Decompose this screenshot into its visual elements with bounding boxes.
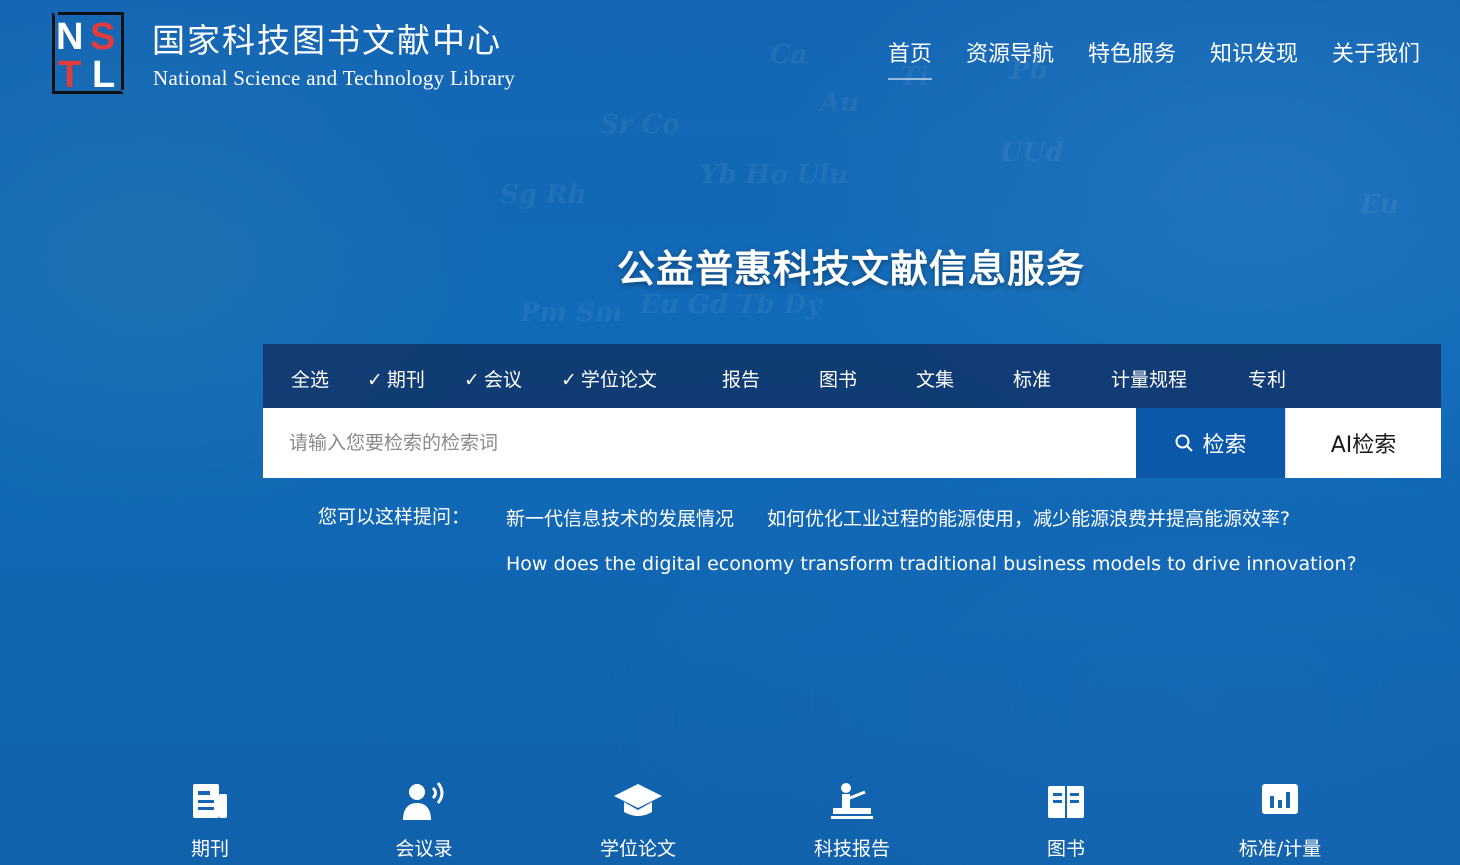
category-report[interactable]: 科技报告 xyxy=(782,780,922,861)
brand-name-cn: 国家科技图书文献中心 xyxy=(152,21,502,60)
type-collection[interactable]: 文集 xyxy=(916,365,954,392)
check-icon: ✓ xyxy=(561,369,577,391)
type-label: 图书 xyxy=(819,369,858,391)
category-standard[interactable]: 标准/计量 xyxy=(1210,780,1350,861)
graduation-cap-icon xyxy=(614,784,662,816)
search-input[interactable] xyxy=(263,408,1136,478)
nav-knowledge[interactable]: 知识发现 xyxy=(1210,36,1298,80)
category-book[interactable]: 图书 xyxy=(996,780,1136,861)
suggestion-item[interactable]: 如何优化工业过程的能源使用，减少能源浪费并提高能源效率? xyxy=(767,504,1290,531)
category-label: 科技报告 xyxy=(813,838,890,860)
type-standard[interactable]: 标准 xyxy=(1013,365,1051,392)
nav-home[interactable]: 首页 xyxy=(887,36,932,80)
nav-services[interactable]: 特色服务 xyxy=(1088,36,1176,80)
type-conference[interactable]: ✓ 会议 xyxy=(464,365,522,392)
nav-resources[interactable]: 资源导航 xyxy=(966,36,1054,80)
open-book-icon xyxy=(1048,786,1084,818)
speaker-icon xyxy=(403,782,444,820)
search-button[interactable]: 检索 xyxy=(1136,408,1285,478)
type-book[interactable]: 图书 xyxy=(819,365,857,392)
nstl-logo[interactable]: N S T L xyxy=(52,12,124,94)
journal-icon xyxy=(193,784,227,818)
logo-letter-t: T xyxy=(58,54,82,96)
search-icon xyxy=(1175,434,1194,452)
category-label: 期刊 xyxy=(190,838,229,860)
type-patent[interactable]: 专利 xyxy=(1248,365,1286,392)
type-label: 学位论文 xyxy=(580,369,657,391)
type-label: 专利 xyxy=(1248,369,1287,391)
category-thesis[interactable]: 学位论文 xyxy=(568,780,708,861)
type-label: 计量规程 xyxy=(1111,369,1188,391)
type-journal[interactable]: ✓ 期刊 xyxy=(367,365,425,392)
type-label: 会议 xyxy=(483,369,522,391)
suggestion-label: 您可以这样提问： xyxy=(318,506,471,528)
category-label: 会议录 xyxy=(395,838,453,860)
logo-letter-l: L xyxy=(92,54,116,96)
suggestion-item[interactable]: How does the digital economy transform t… xyxy=(506,553,1357,575)
category-journal[interactable]: 期刊 xyxy=(140,780,280,861)
type-label: 期刊 xyxy=(386,369,425,391)
main-nav: 首页 资源导航 特色服务 知识发现 关于我们 xyxy=(854,36,1420,80)
ai-search-button[interactable]: AI检索 xyxy=(1285,408,1441,478)
bar-chart-icon xyxy=(1262,784,1298,814)
search-row: 检索 AI检索 xyxy=(263,408,1441,478)
presentation-icon xyxy=(831,783,873,819)
search-button-label: 检索 xyxy=(1202,433,1247,458)
doc-type-filter-bar: 全选 ✓ 期刊 ✓ 会议 ✓ 学位论文 报告 图书 文集 标准 计量规程 专利 xyxy=(263,344,1441,408)
hero-slogan: 公益普惠科技文献信息服务 xyxy=(616,247,1085,291)
category-label: 标准/计量 xyxy=(1238,838,1322,860)
type-metrology[interactable]: 计量规程 xyxy=(1111,365,1187,392)
type-label: 全选 xyxy=(291,369,330,391)
category-label: 学位论文 xyxy=(599,838,676,860)
type-report[interactable]: 报告 xyxy=(722,365,760,392)
logo-letter-n: N xyxy=(56,16,84,58)
brand-name-en: National Science and Technology Library xyxy=(153,66,516,90)
type-label: 报告 xyxy=(722,369,761,391)
type-thesis[interactable]: ✓ 学位论文 xyxy=(561,365,657,392)
category-label: 图书 xyxy=(1046,838,1085,860)
type-label: 标准 xyxy=(1013,369,1052,391)
check-icon: ✓ xyxy=(367,369,383,391)
check-icon: ✓ xyxy=(464,369,480,391)
type-label: 文集 xyxy=(916,369,955,391)
suggestion-item[interactable]: 新一代信息技术的发展情况 xyxy=(506,504,734,531)
logo-letter-s: S xyxy=(90,16,116,58)
nav-about[interactable]: 关于我们 xyxy=(1332,36,1420,80)
type-select-all[interactable]: 全选 xyxy=(291,365,329,392)
category-proceedings[interactable]: 会议录 xyxy=(354,780,494,861)
